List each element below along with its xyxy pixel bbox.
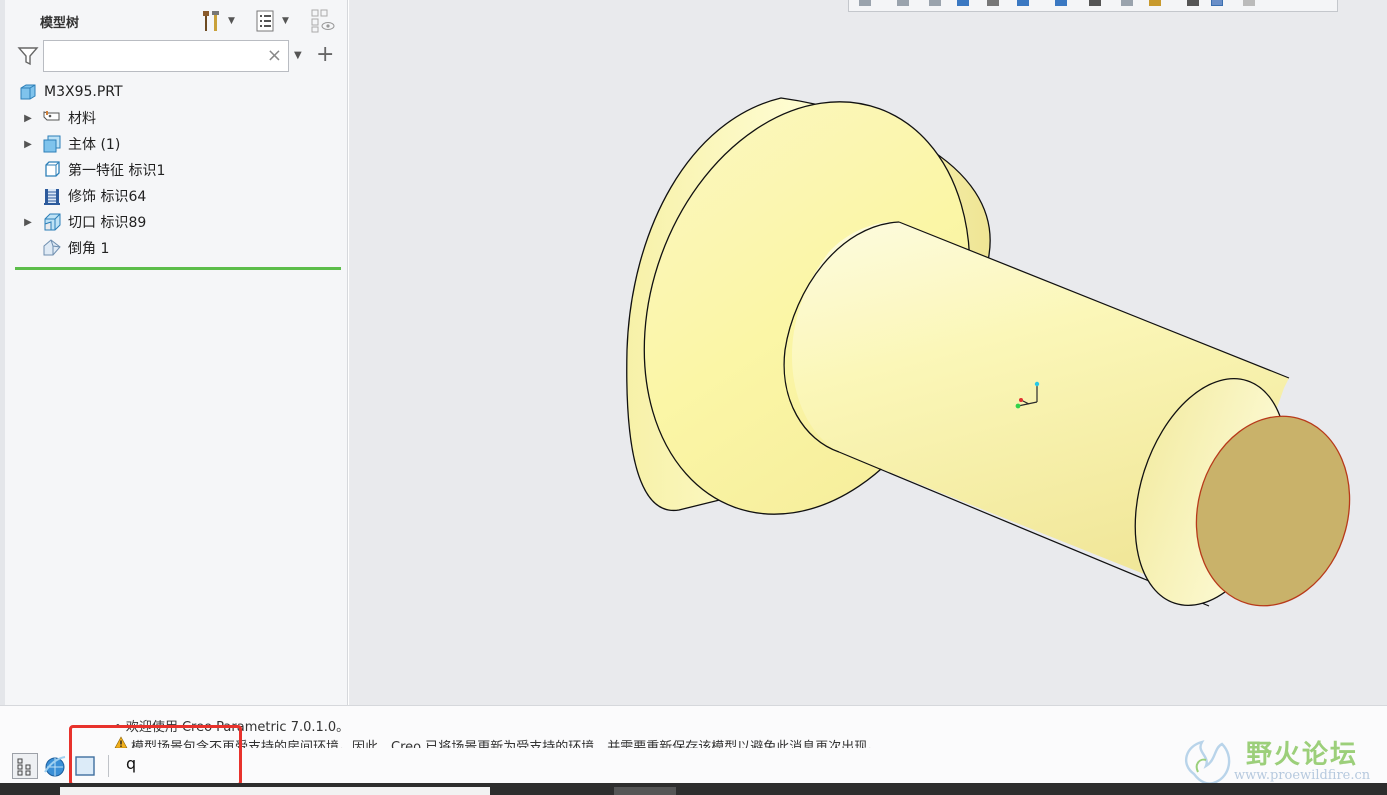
watermark-title: 野火论坛: [1246, 740, 1359, 770]
tree-item-first-feature[interactable]: 第一特征 标识1: [42, 158, 165, 182]
first-feature-icon: [45, 161, 60, 177]
tree-item-label: 第一特征 标识1: [68, 163, 166, 179]
chevron-down-icon: ▼: [228, 16, 235, 26]
close-icon[interactable]: ×: [267, 46, 282, 66]
chevron-down-icon: ▼: [282, 16, 289, 26]
part-icon: [20, 84, 36, 100]
tree-item-cut[interactable]: ▶ 切口 标识89: [22, 210, 146, 234]
taskbar: [0, 783, 1387, 795]
expand-arrow-icon[interactable]: ▶: [22, 217, 34, 228]
material-tag-icon: [43, 111, 60, 121]
tree-item-label: M3X95.PRT: [44, 84, 123, 100]
hide-items-icon: [311, 9, 335, 33]
forum-watermark: 野火论坛 www.proewildfire.cn: [1176, 734, 1386, 789]
chevron-down-icon[interactable]: ▼: [294, 50, 302, 61]
tree-toggle-icon: [17, 758, 31, 776]
graphics-viewport[interactable]: [349, 0, 1387, 705]
panel-edge: [0, 0, 5, 705]
tree-item-label: 材料: [68, 111, 96, 127]
tree-item-label: 倒角 1: [68, 241, 110, 257]
cut-icon: [44, 213, 61, 231]
tree-item-body[interactable]: ▶ 主体 (1): [22, 132, 120, 156]
watermark-url: www.proewildfire.cn: [1234, 768, 1371, 783]
model-tree-panel: 模型树 ▼ ▼ × ▼ + M3X95.PRT ▶ 材料 ▶ 主体 (1) 第一…: [0, 0, 348, 705]
model-tree-title: 模型树: [40, 16, 80, 31]
tools-icon: [203, 11, 219, 31]
body-icon: [43, 135, 61, 153]
tree-item-material[interactable]: ▶ 材料: [22, 106, 96, 130]
warning-message-text: 模型场景包含不再受支持的房间环境。因此，Creo 已将场景更新为受支持的环境，并…: [131, 740, 881, 748]
tree-item-label: 切口 标识89: [68, 215, 147, 231]
plus-icon[interactable]: +: [316, 43, 334, 67]
tree-item-label: 修饰 标识64: [68, 189, 147, 205]
tree-insert-indicator[interactable]: [15, 267, 341, 270]
tree-visibility-button[interactable]: [310, 8, 336, 34]
tree-item-part[interactable]: M3X95.PRT: [18, 80, 123, 104]
cosmetic-thread-icon: [44, 189, 60, 205]
red-annotation-box: [69, 725, 242, 786]
show-columns-button[interactable]: ▼: [254, 8, 289, 34]
browser-globe-icon[interactable]: [43, 754, 67, 778]
taskbar-item[interactable]: [614, 787, 676, 795]
tree-item-label: 主体 (1): [68, 137, 121, 153]
tree-settings-button[interactable]: ▼: [200, 8, 235, 34]
expand-arrow-icon[interactable]: ▶: [22, 113, 34, 124]
taskbar-item[interactable]: [60, 787, 490, 795]
tree-item-cosmetic[interactable]: 修饰 标识64: [42, 184, 146, 208]
model-3d-view[interactable]: [349, 0, 1387, 705]
expand-arrow-icon[interactable]: ▶: [22, 139, 34, 150]
filter-icon[interactable]: [17, 45, 39, 67]
chamfer-icon: [43, 239, 61, 256]
show-navigator-button[interactable]: [12, 753, 38, 779]
tree-item-chamfer[interactable]: 倒角 1: [42, 236, 109, 260]
list-icon: [256, 10, 274, 32]
creo-window: 模型树 ▼ ▼ × ▼ + M3X95.PRT ▶ 材料 ▶ 主体 (1) 第一…: [0, 0, 1387, 795]
message-area: • 欢迎使用 Creo Parametric 7.0.1.0。 模型场景包含不再…: [0, 705, 1387, 786]
tree-search-input[interactable]: ×: [43, 40, 289, 72]
